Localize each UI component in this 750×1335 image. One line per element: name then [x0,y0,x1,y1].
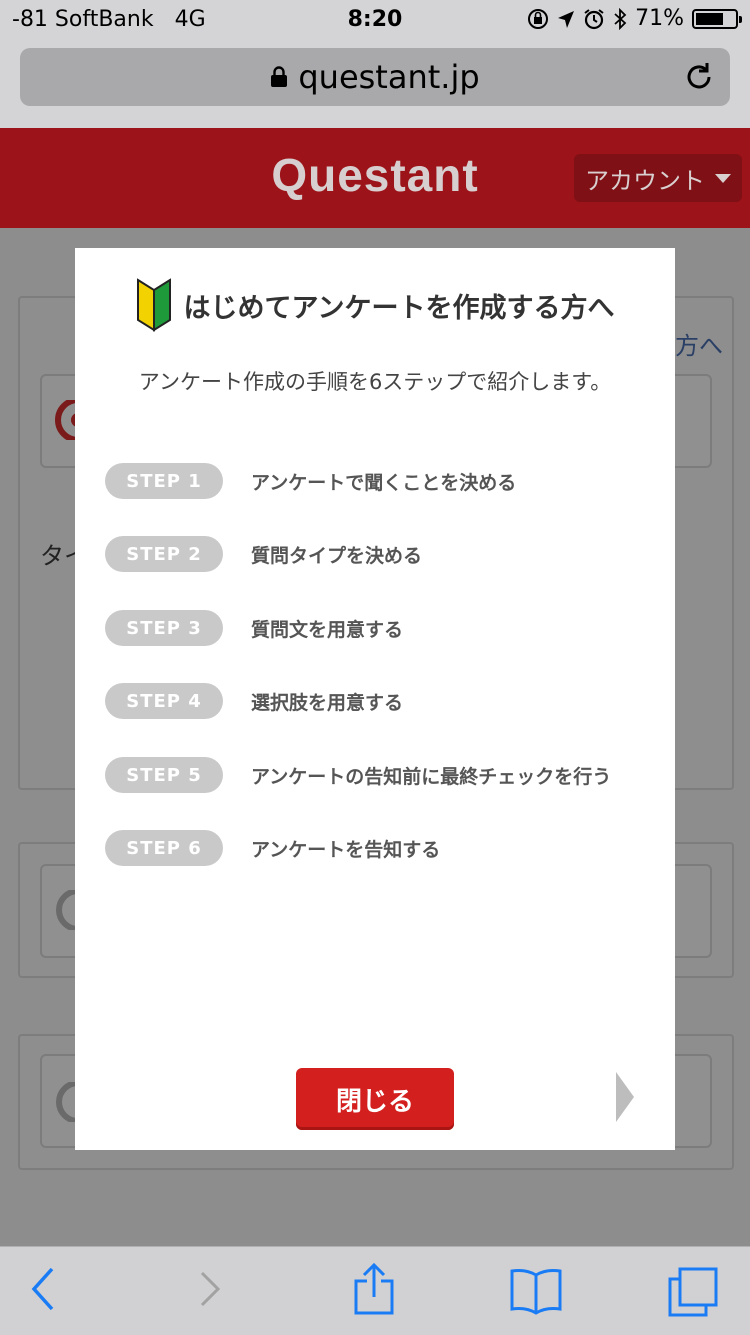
bluetooth-icon [614,7,627,30]
step-badge: STEP 3 [105,610,223,646]
step-item: STEP 2 質問タイプを決める [105,536,665,572]
status-bar: -81 SoftBank 4G 8:20 71% [0,0,750,40]
step-text: アンケートを告知する [251,838,441,861]
close-button[interactable]: 閉じる [296,1068,454,1130]
bookmarks-icon[interactable] [508,1267,564,1315]
location-icon [558,10,575,28]
site-header: Questant アカウント [0,128,750,228]
rotation-lock-icon [528,8,549,29]
step-text: アンケートの告知前に最終チェックを行う [251,765,612,788]
reload-icon[interactable] [682,60,716,94]
modal-header: はじめてアンケートを作成する方へ [75,278,675,332]
beginner-mark-icon [136,278,171,332]
step-text: 質問文を用意する [251,618,404,641]
step-item: STEP 3 質問文を用意する [105,610,665,646]
step-text: 選択肢を用意する [251,691,404,714]
step-badge: STEP 5 [105,757,223,793]
account-menu-button[interactable]: アカウント [574,154,742,202]
forward-icon[interactable] [198,1265,224,1313]
url-text: questant.jp [298,58,480,96]
status-icons: 71% [527,6,742,31]
battery-nub [739,15,742,23]
chevron-down-icon [715,173,731,183]
step-item: STEP 4 選択肢を用意する [105,683,665,719]
step-item: STEP 1 アンケートで聞くことを決める [105,463,665,499]
step-badge: STEP 6 [105,830,223,866]
step-text: 質問タイプを決める [251,544,423,567]
step-text: アンケートで聞くことを決める [251,471,517,494]
browser-chrome: questant.jp [0,40,750,128]
next-arrow-icon[interactable] [615,1071,635,1123]
lock-icon [271,66,288,87]
tabs-icon[interactable] [666,1265,720,1319]
battery-icon [692,8,742,29]
modal-title: はじめてアンケートを作成する方へ [183,292,615,324]
step-badge: STEP 4 [105,683,223,719]
address-bar[interactable]: questant.jp [20,48,730,106]
account-label: アカウント [585,166,705,195]
back-icon[interactable] [30,1265,56,1313]
background-link: 方へ [675,332,723,360]
tutorial-modal: はじめてアンケートを作成する方へ アンケート作成の手順を6ステップで紹介します。… [75,248,675,1150]
browser-toolbar [0,1246,750,1335]
modal-subtitle: アンケート作成の手順を6ステップで紹介します。 [138,370,612,394]
step-item: STEP 5 アンケートの告知前に最終チェックを行う [105,757,665,793]
step-badge: STEP 2 [105,536,223,572]
alarm-icon [584,8,604,29]
step-badge: STEP 1 [105,463,223,499]
battery-percent: 71% [635,6,684,31]
share-icon[interactable] [352,1261,396,1317]
battery-fill [696,12,723,25]
step-item: STEP 6 アンケートを告知する [105,830,665,866]
